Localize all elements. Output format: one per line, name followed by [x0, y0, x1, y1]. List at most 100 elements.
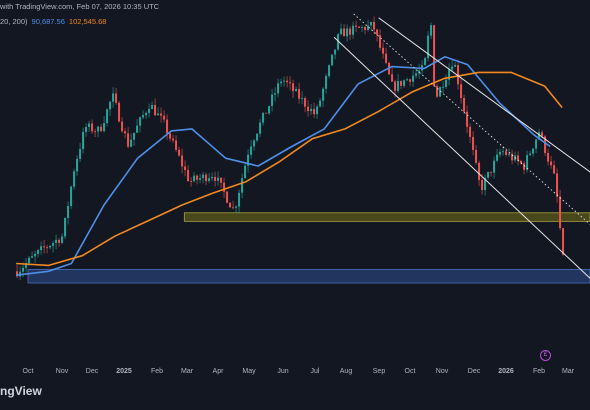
candle-body: [64, 217, 67, 237]
candle-body: [166, 119, 169, 134]
candle-body: [499, 151, 502, 155]
candle-body: [82, 131, 85, 150]
candle-body: [313, 108, 316, 115]
candle-body: [283, 80, 286, 82]
candle-body: [238, 192, 241, 207]
candle-body: [373, 21, 376, 30]
event-marker-icon[interactable]: £: [540, 350, 551, 361]
candle-body: [193, 175, 196, 182]
candle-body: [220, 177, 223, 183]
candle-body: [376, 29, 379, 36]
candle-body: [409, 79, 412, 82]
candle-body: [214, 176, 217, 181]
candle-body: [217, 177, 220, 181]
x-tick-label: Dec: [468, 368, 481, 375]
candle-body: [424, 58, 427, 66]
candle-body: [211, 176, 214, 179]
x-tick-label: Nov: [56, 368, 69, 375]
candle-body: [511, 153, 514, 161]
channel-upper-line: [378, 17, 590, 173]
price-chart[interactable]: Oct Nov Dec 2025 Feb Mar Apr May Jun Jul Aug Sep Oct…: [0, 0, 590, 410]
x-tick-label: Jun: [277, 368, 288, 375]
chart-header: with TradingView.com, Feb 07, 2026 10:35…: [0, 2, 160, 11]
candle-body: [91, 123, 94, 132]
candle-body: [562, 228, 565, 255]
candle-body: [112, 93, 115, 102]
candle-body: [178, 149, 181, 156]
candle-body: [241, 178, 244, 193]
candle-body: [28, 257, 31, 264]
candle-body: [154, 104, 157, 116]
candle-body: [502, 151, 505, 153]
candle-body: [361, 27, 364, 28]
candle-body: [163, 115, 166, 120]
candle-body: [115, 93, 118, 103]
candle-body: [73, 171, 76, 187]
candle-body: [250, 146, 253, 155]
candle-body: [160, 113, 163, 116]
ma-fast-value: 90,687.56: [31, 17, 65, 26]
candle-body: [58, 239, 61, 243]
x-tick-label: Feb: [151, 368, 163, 375]
candle-body: [196, 175, 199, 180]
candle-body: [181, 155, 184, 167]
x-tick-label: Mar: [181, 368, 194, 375]
candle-body: [244, 165, 247, 179]
candle-body: [70, 186, 73, 206]
candle-body: [169, 133, 172, 139]
candle-body: [79, 149, 82, 159]
candle-body: [268, 106, 271, 114]
candle-body: [52, 243, 55, 246]
candle-body: [496, 154, 499, 161]
candle-body: [385, 53, 388, 63]
candle-body: [253, 140, 256, 147]
candle-body: [157, 113, 160, 116]
x-tick-label: Sep: [373, 368, 386, 375]
candle-body: [493, 160, 496, 173]
candle-body: [454, 65, 457, 67]
candle-body: [271, 94, 274, 107]
candle-body: [34, 253, 37, 257]
candle-body: [277, 83, 280, 94]
candle-body: [187, 169, 190, 182]
candle-body: [433, 25, 436, 87]
candle-body: [442, 86, 445, 88]
x-tick-label: Dec: [86, 368, 99, 375]
candle-body: [256, 133, 259, 141]
candle-body: [208, 178, 211, 182]
candle-body: [97, 126, 100, 132]
candle-body: [346, 28, 349, 37]
x-tick-label: 2026: [498, 368, 514, 375]
candle-body: [103, 123, 106, 132]
candle-body: [553, 165, 556, 174]
candle-body: [298, 88, 301, 99]
candle-body: [139, 117, 142, 126]
x-tick-label: Oct: [405, 368, 416, 375]
candle-body: [526, 155, 529, 170]
candle-body: [472, 136, 475, 150]
candle-body: [394, 81, 397, 91]
candle-body: [130, 139, 133, 147]
candle-body: [541, 132, 544, 137]
candle-body: [466, 111, 469, 127]
x-tick-label: 2025: [116, 368, 132, 375]
candle-body: [322, 88, 325, 101]
candle-body: [190, 181, 193, 182]
candle-body: [265, 112, 268, 114]
candle-body: [232, 207, 235, 209]
tradingview-brand: ngView: [0, 384, 42, 398]
candle-body: [22, 267, 25, 272]
x-tick-label: May: [242, 368, 256, 375]
candle-body: [535, 139, 538, 149]
candle-body: [67, 205, 70, 218]
candle-body: [436, 86, 439, 97]
candle-body: [37, 250, 40, 254]
candle-body: [127, 133, 130, 147]
candle-body: [316, 106, 319, 115]
candle-body: [184, 166, 187, 170]
x-tick-label: Oct: [23, 368, 34, 375]
candle-body: [106, 109, 109, 124]
candle-body: [364, 27, 367, 30]
resistance-zone: [183, 212, 590, 222]
candle-body: [301, 98, 304, 99]
